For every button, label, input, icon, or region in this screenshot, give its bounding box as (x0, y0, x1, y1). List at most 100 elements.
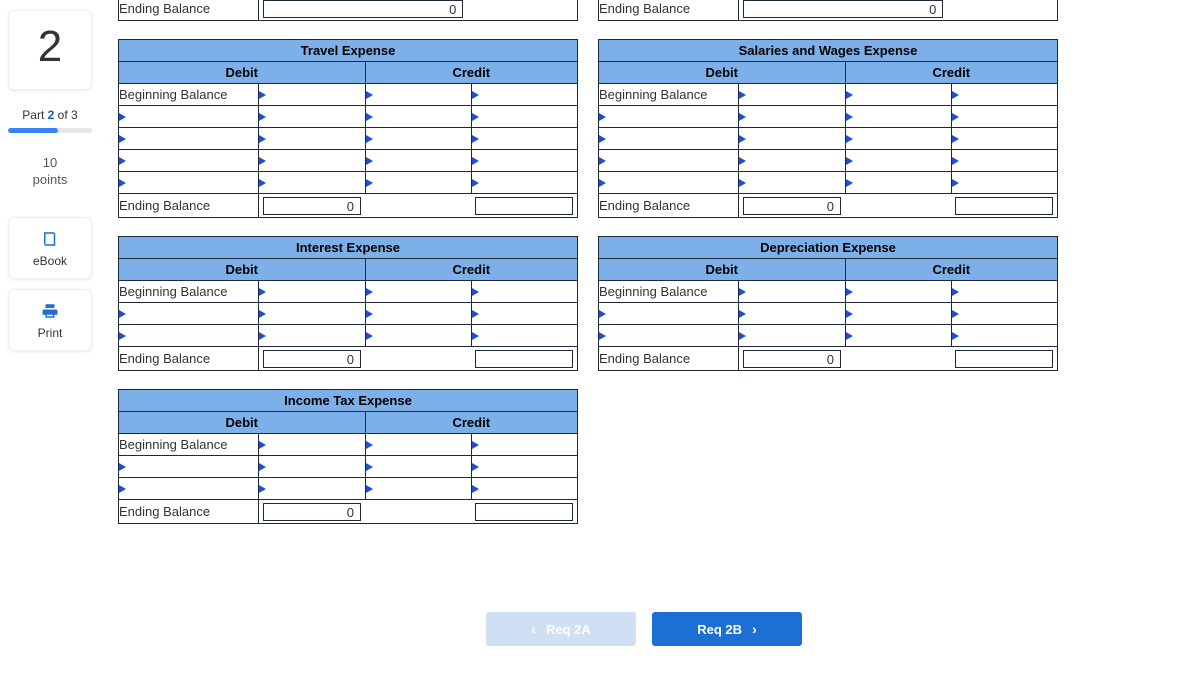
row-label-input[interactable] (119, 478, 258, 499)
debit-input[interactable] (739, 281, 844, 302)
row-label-input[interactable] (599, 303, 738, 324)
debit-input[interactable] (259, 456, 364, 477)
credit-input[interactable] (472, 325, 577, 346)
credit-input[interactable] (846, 303, 951, 324)
credit-input[interactable] (472, 434, 577, 455)
credit-input[interactable] (366, 172, 471, 193)
credit-input[interactable] (952, 106, 1057, 127)
debit-input[interactable] (259, 303, 364, 324)
ending-credit-box[interactable] (955, 350, 1053, 368)
ending-balance-value[interactable]: 0 (263, 0, 463, 18)
row-label-input[interactable] (119, 325, 258, 346)
credit-input[interactable] (846, 128, 951, 149)
debit-input[interactable] (259, 172, 364, 193)
credit-input[interactable] (366, 281, 471, 302)
credit-input[interactable] (366, 106, 471, 127)
credit-input[interactable] (472, 150, 577, 171)
credit-input[interactable] (472, 128, 577, 149)
beginning-balance-label: Beginning Balance (599, 84, 739, 106)
debit-header: Debit (599, 259, 846, 281)
credit-input[interactable] (846, 106, 951, 127)
book-icon (41, 230, 59, 248)
row-label-input[interactable] (599, 325, 738, 346)
row-label-input[interactable] (119, 456, 258, 477)
row-label-input[interactable] (119, 150, 258, 171)
credit-input[interactable] (952, 150, 1057, 171)
credit-input[interactable] (952, 84, 1057, 105)
ending-balance-value[interactable]: 0 (263, 197, 361, 215)
credit-input[interactable] (472, 172, 577, 193)
debit-input[interactable] (259, 434, 364, 455)
credit-input[interactable] (366, 456, 471, 477)
credit-input[interactable] (472, 281, 577, 302)
row-label-input[interactable] (119, 128, 258, 149)
credit-input[interactable] (846, 325, 951, 346)
ending-credit-box[interactable] (475, 350, 573, 368)
ending-balance-value[interactable]: 0 (743, 197, 841, 215)
debit-input[interactable] (259, 128, 364, 149)
ending-balance-label: Ending Balance (119, 347, 259, 371)
credit-input[interactable] (472, 303, 577, 324)
ending-balance-value[interactable]: 0 (263, 350, 361, 368)
row-label-input[interactable] (599, 106, 738, 127)
credit-input[interactable] (952, 128, 1057, 149)
progress-bar (8, 128, 92, 133)
credit-input[interactable] (846, 150, 951, 171)
ending-balance-value[interactable]: 0 (263, 503, 361, 521)
credit-input[interactable] (366, 128, 471, 149)
credit-input[interactable] (952, 281, 1057, 302)
prev-button[interactable]: ‹ Req 2A (486, 612, 636, 646)
debit-header: Debit (119, 259, 366, 281)
row-label-input[interactable] (599, 150, 738, 171)
ending-balance-label: Ending Balance (119, 0, 259, 21)
row-label-input[interactable] (119, 106, 258, 127)
ledger-truncated-right: Beginning Balance Ending Balance 0 (598, 0, 1058, 21)
debit-input[interactable] (259, 84, 364, 105)
debit-input[interactable] (259, 106, 364, 127)
credit-input[interactable] (366, 150, 471, 171)
debit-input[interactable] (739, 303, 844, 324)
credit-input[interactable] (472, 456, 577, 477)
ending-credit-box[interactable] (955, 197, 1053, 215)
print-button[interactable]: Print (8, 289, 92, 351)
debit-input[interactable] (739, 128, 844, 149)
debit-input[interactable] (739, 106, 844, 127)
credit-input[interactable] (472, 478, 577, 499)
credit-input[interactable] (366, 303, 471, 324)
credit-input[interactable] (366, 84, 471, 105)
ending-balance-label: Ending Balance (599, 0, 739, 21)
credit-input[interactable] (366, 434, 471, 455)
beginning-balance-label: Beginning Balance (119, 84, 259, 106)
debit-input[interactable] (259, 281, 364, 302)
row-label-input[interactable] (119, 172, 258, 193)
debit-input[interactable] (259, 325, 364, 346)
debit-input[interactable] (739, 325, 844, 346)
credit-input[interactable] (472, 106, 577, 127)
debit-input[interactable] (259, 150, 364, 171)
credit-input[interactable] (952, 172, 1057, 193)
ending-credit-box[interactable] (475, 503, 573, 521)
ebook-button[interactable]: eBook (8, 217, 92, 279)
credit-input[interactable] (846, 172, 951, 193)
row-label-input[interactable] (599, 128, 738, 149)
credit-input[interactable] (952, 325, 1057, 346)
ending-balance-value[interactable]: 0 (743, 350, 841, 368)
ledger-title: Interest Expense (119, 237, 578, 259)
debit-input[interactable] (259, 478, 364, 499)
credit-input[interactable] (366, 325, 471, 346)
row-label-input[interactable] (599, 172, 738, 193)
ending-balance-value[interactable]: 0 (743, 0, 943, 18)
debit-input[interactable] (739, 84, 844, 105)
credit-input[interactable] (846, 281, 951, 302)
credit-input[interactable] (472, 84, 577, 105)
ledger-title: Depreciation Expense (599, 237, 1058, 259)
next-button[interactable]: Req 2B › (652, 612, 802, 646)
debit-input[interactable] (739, 172, 844, 193)
credit-input[interactable] (846, 84, 951, 105)
row-label-input[interactable] (119, 303, 258, 324)
ending-credit-box[interactable] (475, 197, 573, 215)
credit-input[interactable] (366, 478, 471, 499)
debit-input[interactable] (739, 150, 844, 171)
print-icon (41, 302, 59, 320)
credit-input[interactable] (952, 303, 1057, 324)
